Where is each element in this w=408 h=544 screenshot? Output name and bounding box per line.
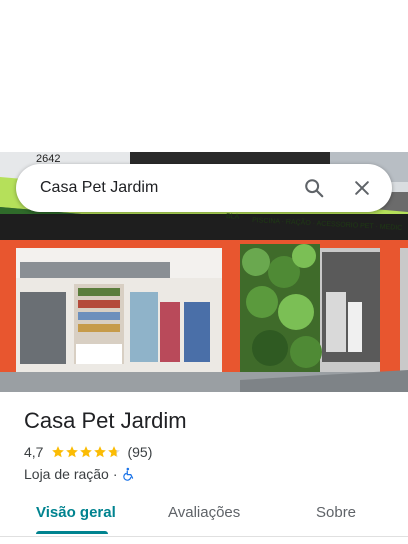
star-icon: [94, 446, 107, 458]
star-icon: [52, 446, 65, 458]
rating-value: 4,7: [24, 444, 44, 460]
sign-text-left: BLA ·: [226, 213, 243, 221]
review-count[interactable]: (95): [127, 444, 152, 460]
search-icon: [305, 179, 324, 198]
active-tab-indicator: [36, 531, 108, 534]
clear-button[interactable]: [338, 164, 386, 212]
search-button[interactable]: [290, 164, 338, 212]
tab-overview[interactable]: Visão geral: [36, 504, 116, 521]
star-icon: [80, 446, 93, 458]
place-name: Casa Pet Jardim: [24, 408, 187, 433]
rating-stars: [51, 445, 121, 459]
wheelchair-accessible-icon: [122, 467, 133, 481]
search-bar[interactable]: Casa Pet Jardim: [16, 164, 392, 212]
tab-bar: Visão geral Avaliações Sobre: [0, 500, 408, 537]
tab-about[interactable]: Sobre: [316, 504, 356, 521]
rating-row[interactable]: 4,7 (95): [24, 444, 152, 460]
place-category: Loja de ração: [24, 466, 109, 482]
separator: ·: [112, 466, 118, 482]
category-row: Loja de ração ·: [24, 466, 136, 482]
tab-reviews[interactable]: Avaliações: [168, 504, 240, 521]
search-input[interactable]: Casa Pet Jardim: [16, 179, 290, 197]
star-half-icon: [108, 446, 121, 458]
star-icon: [66, 446, 79, 458]
close-icon: [355, 181, 369, 195]
